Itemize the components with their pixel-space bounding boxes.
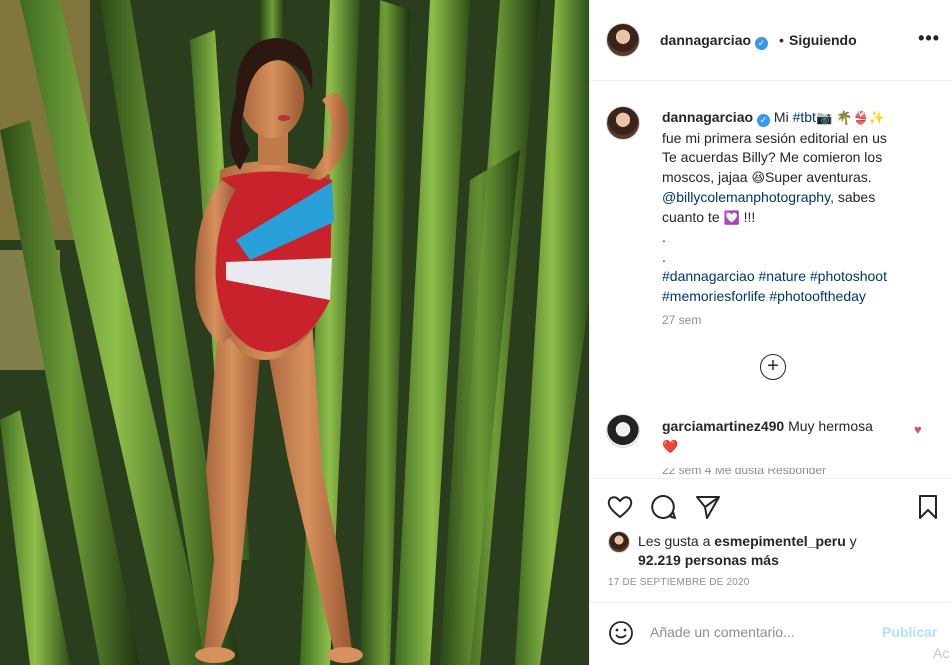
post-sidebar: dannagarciao ✓ • Siguiendo ••• dannagarci… — [589, 0, 951, 665]
caption-text: Super aventuras. — [765, 168, 872, 185]
likes-middle: y — [845, 533, 857, 549]
comment-item: garciamartinez490 Muy hermosa ❤️ — [662, 416, 912, 458]
caption-text: Mi — [773, 109, 793, 125]
author-username[interactable]: dannagarciao — [660, 32, 751, 48]
bookmark-icon[interactable] — [914, 493, 942, 521]
liker-avatar[interactable] — [608, 531, 630, 553]
add-comment-bar: Publicar Ac — [590, 602, 951, 665]
follow-status-button[interactable]: Siguiendo — [789, 32, 857, 48]
load-more-comments-button[interactable]: + — [760, 354, 786, 380]
post-header: dannagarciao ✓ • Siguiendo ••• — [590, 0, 951, 81]
verified-badge-icon: ✓ — [755, 37, 769, 50]
speech-bubble-icon[interactable] — [650, 493, 678, 521]
caption-author-avatar[interactable] — [606, 106, 640, 140]
caption-emoji: 💟 — [723, 210, 740, 226]
heart-outline-icon[interactable] — [606, 493, 634, 521]
post-photo[interactable] — [0, 0, 589, 665]
comment-text: Muy hermosa — [788, 418, 873, 434]
caption-text: cuanto te — [662, 208, 724, 225]
commenter-username[interactable]: garciamartinez490 — [662, 418, 784, 434]
paper-plane-icon[interactable] — [694, 493, 722, 521]
caption-username[interactable]: dannagarciao — [662, 109, 753, 125]
comment-emoji: ❤️ — [662, 440, 679, 455]
hashtag-link[interactable]: #tbt — [793, 109, 816, 125]
likes-prefix: Les gusta a — [638, 533, 715, 549]
caption-text: . — [662, 248, 666, 265]
hashtags-line[interactable]: #memoriesforlife #photooftheday — [662, 288, 866, 304]
smiley-face-icon[interactable] — [608, 620, 634, 646]
post-date[interactable]: 17 de septiembre de 2020 — [608, 577, 750, 588]
commenter-avatar[interactable] — [606, 414, 640, 448]
caption-verified-badge-icon: ✓ — [757, 114, 771, 127]
overflow-text: Ac — [933, 645, 950, 661]
caption-text: !!! — [739, 208, 756, 225]
photo-illustration — [0, 0, 589, 665]
likes-summary: Les gusta a esmepimentel_peru y 92.219 p… — [638, 532, 938, 570]
comment-input[interactable] — [650, 621, 870, 643]
caption-text: Te acuerdas Billy? Me comieron los — [662, 149, 883, 165]
author-username-link[interactable]: dannagarciao ✓ — [660, 32, 769, 50]
comment-meta-partial: 22 sem 4 Me gusta Responder — [662, 468, 862, 474]
caption-emoji: 📷 🌴👙✨ — [815, 111, 885, 126]
caption-text: moscos, jajaa — [662, 168, 752, 185]
caption-text: . — [662, 229, 666, 245]
caption-timestamp[interactable]: 27 sem — [662, 313, 701, 327]
post-actions: Les gusta a esmepimentel_peru y 92.219 p… — [590, 478, 951, 665]
post-caption: dannagarciao ✓ Mi #tbt📷 🌴👙✨ fue mi primer… — [662, 108, 932, 306]
caption-emoji: 😆 — [751, 170, 766, 186]
author-avatar[interactable] — [606, 23, 640, 57]
comment-like-heart-icon[interactable]: ♥ — [914, 422, 922, 437]
publish-button[interactable]: Publicar — [882, 624, 937, 640]
mention-link[interactable]: @billycolemanphotography — [662, 189, 830, 205]
liker-username[interactable]: esmepimentel_peru — [714, 533, 846, 549]
more-options-icon[interactable]: ••• — [918, 28, 940, 49]
likes-count[interactable]: 92.219 personas más — [638, 552, 779, 568]
caption-text: , sabes — [830, 189, 876, 205]
caption-text: fue mi primera sesión editorial en us — [662, 129, 887, 146]
header-separator: • — [779, 32, 784, 48]
hashtags-line[interactable]: #dannagarciao #nature #photoshoot — [662, 268, 887, 284]
